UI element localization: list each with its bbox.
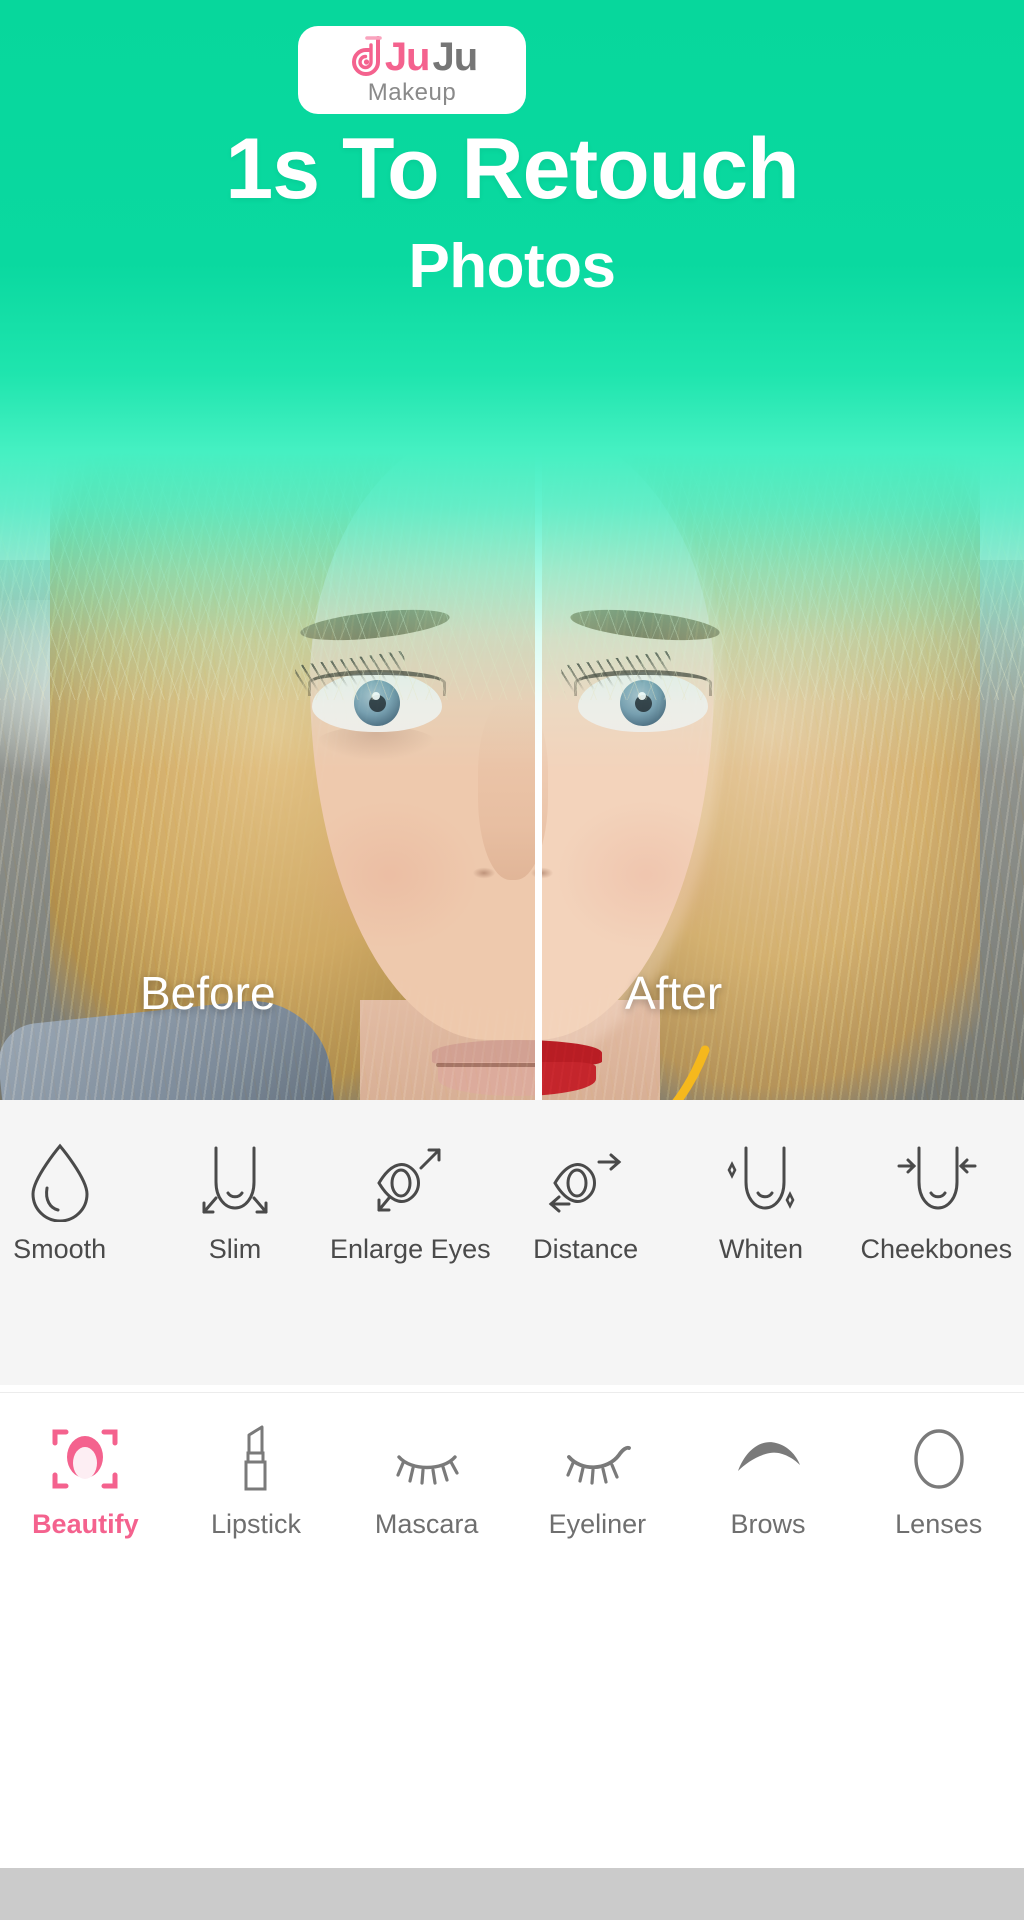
face-scan-icon (52, 1429, 118, 1489)
logo-subtitle: Makeup (367, 79, 457, 106)
eyeliner-lash-icon (566, 1445, 632, 1485)
hair-flyaways (0, 300, 535, 700)
tool-cheekbones[interactable]: Cheekbones (849, 1136, 1024, 1265)
nav-label: Brows (730, 1509, 806, 1539)
bottom-nav-row: Beautify Lipstick Mascara Eyeliner Brows… (0, 1423, 1024, 1540)
logo-text-pink: Ju (384, 35, 431, 79)
tool-whiten[interactable]: Whiten (673, 1136, 848, 1265)
nav-item-lenses[interactable]: Lenses (853, 1423, 1024, 1540)
tool-label: Smooth (13, 1234, 107, 1264)
spiral-j-icon (351, 36, 382, 76)
before-after-divider-fade (535, 300, 542, 420)
after-label: After (625, 967, 723, 1019)
tool-label: Slim (208, 1234, 262, 1264)
nav-label: Lenses (895, 1509, 983, 1539)
nav-item-beautify[interactable]: Beautify (0, 1423, 171, 1540)
tool-smooth[interactable]: Smooth (0, 1136, 147, 1265)
eye-distance-icon (548, 1153, 621, 1213)
hero-banner: Ju Ju Makeup 1s To Retouch Photos Before… (0, 0, 1024, 1100)
nav-label: Mascara (374, 1509, 479, 1539)
logo-text-gray: Ju (432, 35, 479, 79)
tool-label: Enlarge Eyes (330, 1234, 491, 1264)
bottom-navigation: Beautify Lipstick Mascara Eyeliner Brows… (0, 1392, 1024, 1868)
app-logo: Ju Ju Makeup (298, 26, 526, 114)
bottom-system-bar (0, 1868, 1024, 1920)
hero-headline: 1s To Retouch (225, 121, 799, 217)
cheekbones-icon (897, 1146, 977, 1210)
hero-subheadline: Photos (408, 232, 616, 301)
nav-label: Eyeliner (548, 1509, 647, 1539)
nav-item-brows[interactable]: Brows (683, 1423, 854, 1540)
nav-item-mascara[interactable]: Mascara (341, 1423, 512, 1540)
logo-wordmark: Ju Ju (347, 35, 479, 79)
nav-item-eyeliner[interactable]: Eyeliner (512, 1423, 683, 1540)
tool-slim[interactable]: Slim (147, 1136, 322, 1265)
beauty-tools-row: Smooth Slim Enlarge Eyes Distance Whiten… (0, 1136, 1024, 1265)
hair-flyaways (541, 300, 1024, 700)
lens-circle-icon (913, 1429, 964, 1489)
tool-label: Cheekbones (860, 1234, 1013, 1264)
eyebrow-icon (738, 1442, 801, 1471)
lipstick-icon (244, 1425, 267, 1491)
tool-enlarge-eyes[interactable]: Enlarge Eyes (323, 1136, 498, 1265)
nav-item-lipstick[interactable]: Lipstick (171, 1423, 342, 1540)
mascara-lash-icon (396, 1455, 459, 1485)
nav-label: Lipstick (210, 1509, 302, 1539)
beauty-tools-strip: Smooth Slim Enlarge Eyes Distance Whiten… (0, 1100, 1024, 1385)
face-slim-icon (202, 1146, 268, 1214)
tool-label: Distance (533, 1234, 639, 1264)
eye-enlarge-icon (377, 1148, 441, 1212)
nav-label: Beautify (32, 1509, 139, 1539)
before-after-divider (535, 300, 542, 1100)
tool-distance[interactable]: Distance (498, 1136, 673, 1265)
jawline-contour-icon (672, 1045, 710, 1100)
face-whiten-icon (727, 1146, 795, 1210)
droplet-icon (31, 1143, 89, 1222)
tool-label: Whiten (718, 1234, 803, 1264)
before-label: Before (140, 967, 276, 1019)
